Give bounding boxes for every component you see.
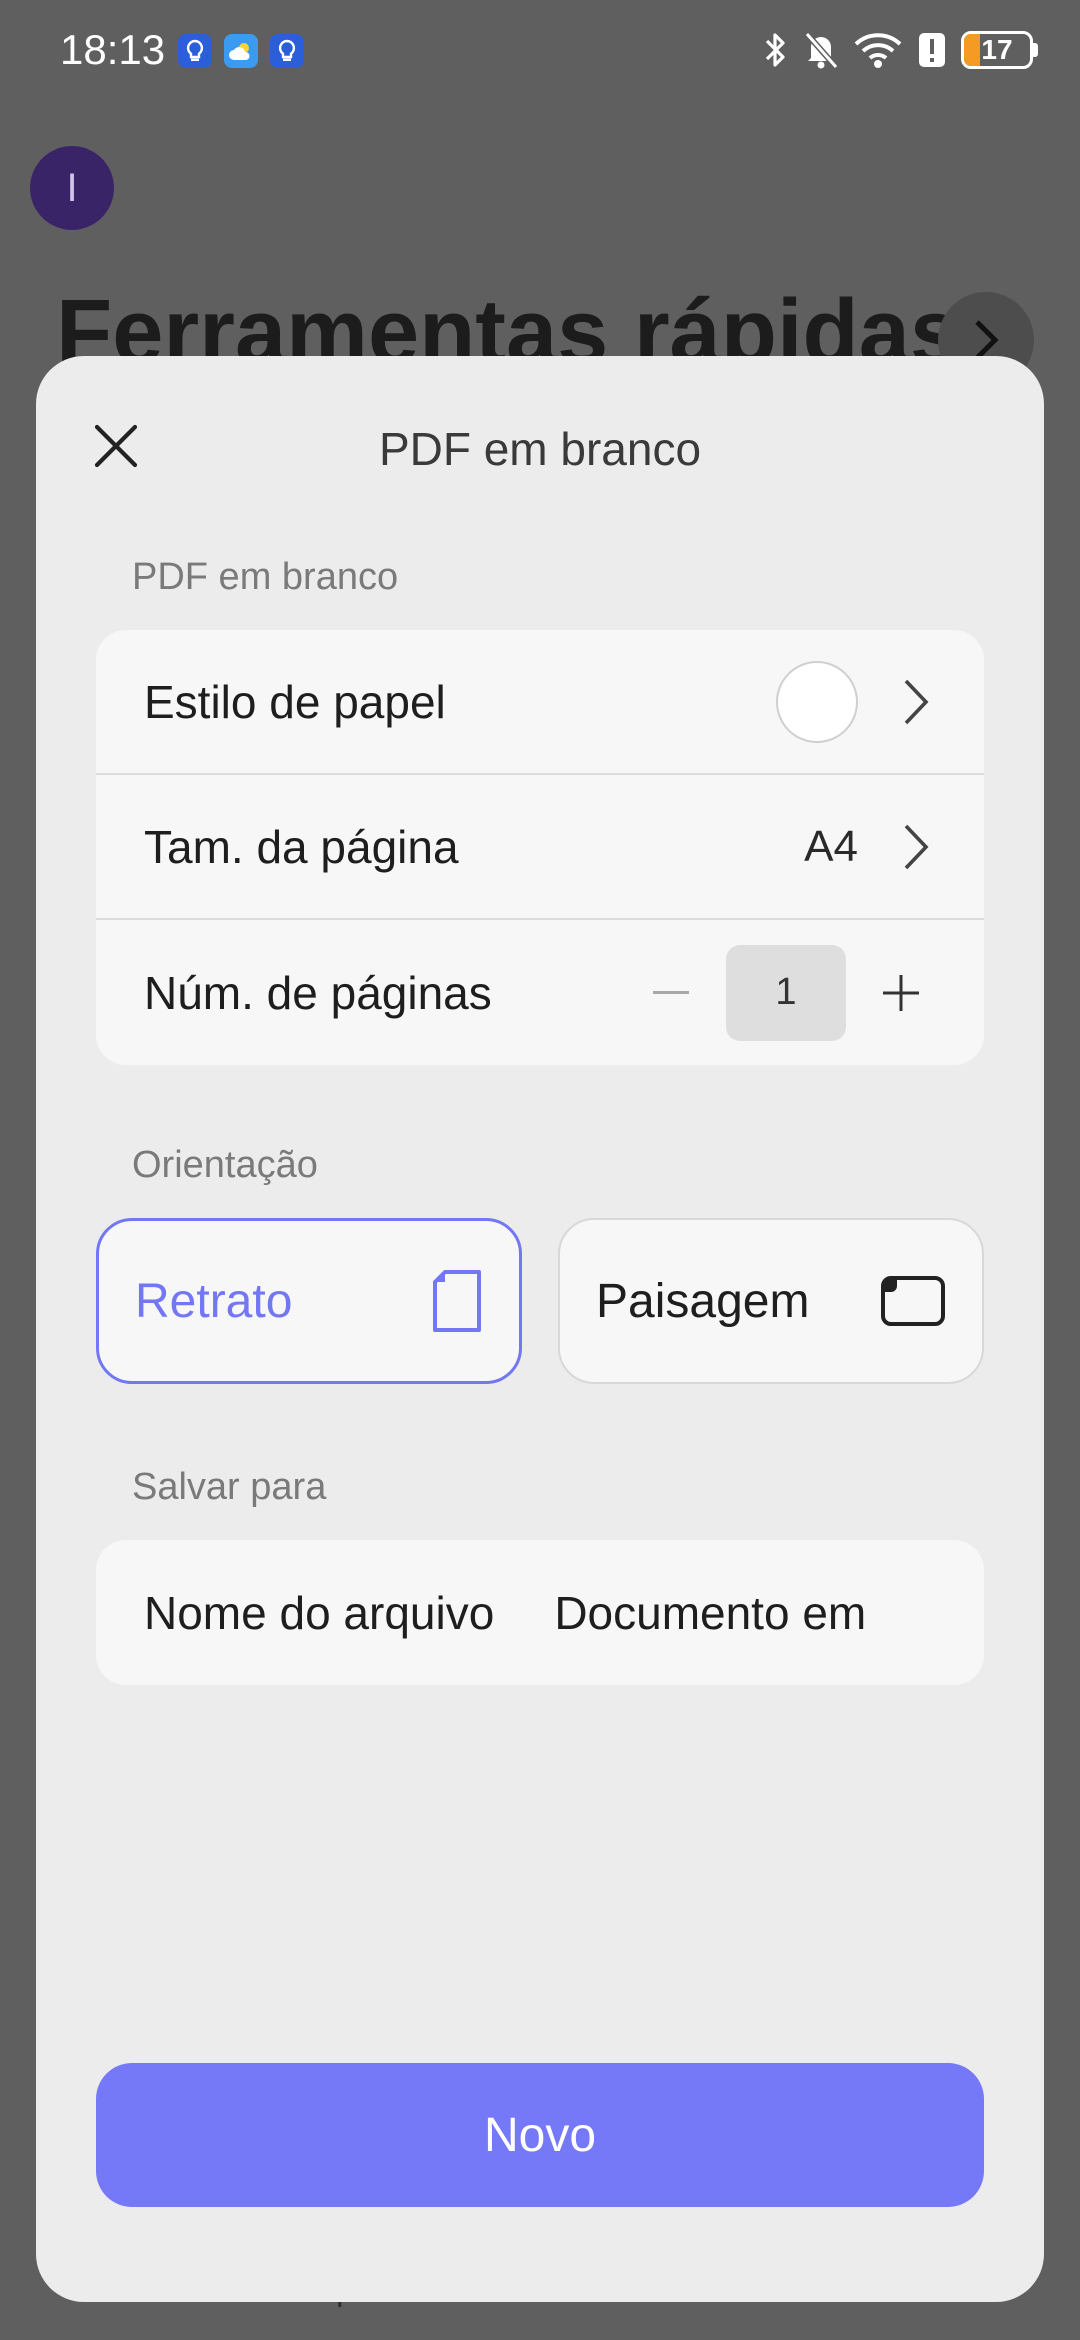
page-count-stepper: 1 — [636, 944, 936, 1041]
decrement-button[interactable] — [636, 958, 706, 1028]
avatar[interactable]: I — [30, 146, 114, 230]
increment-button[interactable] — [866, 958, 936, 1028]
section-label-blank-pdf: PDF em branco — [132, 556, 399, 598]
alert-icon — [919, 33, 945, 67]
page-size-row[interactable]: Tam. da página A4 — [96, 775, 984, 920]
battery-level: 17 — [981, 34, 1013, 65]
sheet-title: PDF em branco — [378, 423, 702, 475]
orientation-portrait-option[interactable]: Retrato — [96, 1218, 522, 1384]
status-time: 18:13 — [60, 26, 166, 73]
wifi-icon — [854, 33, 902, 68]
lightbulb-icon — [270, 34, 304, 68]
file-name-label: Nome do arquivo — [144, 1586, 495, 1639]
portrait-label: Retrato — [135, 1274, 293, 1328]
portrait-page-icon — [433, 1270, 481, 1332]
page-count-row: Núm. de páginas 1 — [96, 920, 984, 1065]
settings-card: Estilo de papel Tam. da página A4 Núm. d… — [96, 630, 984, 1065]
page-size-label: Tam. da página — [144, 820, 459, 873]
orientation-landscape-option[interactable]: Paisagem — [558, 1218, 984, 1384]
notification-icons — [178, 34, 304, 68]
plus-icon — [883, 974, 919, 1011]
lightbulb-icon — [178, 34, 212, 68]
new-button[interactable]: Novo — [96, 2063, 984, 2207]
minus-icon — [653, 990, 689, 994]
bell-muted-icon — [804, 32, 839, 69]
bluetooth-icon — [765, 33, 785, 67]
paper-style-label: Estilo de papel — [144, 675, 446, 728]
page-count-value[interactable]: 1 — [726, 944, 846, 1041]
status-bar: 18:13 17 — [0, 0, 1080, 110]
chevron-right-icon — [896, 821, 936, 873]
file-name-value[interactable]: Documento em — [554, 1586, 866, 1640]
page-count-label: Núm. de páginas — [144, 966, 492, 1019]
page-size-value: A4 — [804, 821, 858, 871]
file-name-row[interactable]: Nome do arquivo Documento em — [96, 1540, 984, 1685]
battery-icon: 17 — [961, 31, 1038, 69]
system-icons: 17 — [761, 30, 1038, 70]
landscape-page-icon — [881, 1276, 945, 1326]
section-label-save-to: Salvar para — [132, 1466, 327, 1508]
chevron-right-icon — [896, 676, 936, 728]
paper-style-swatch — [776, 660, 858, 743]
blank-pdf-sheet: PDF em branco PDF em branco Estilo de pa… — [36, 356, 1044, 2302]
weather-icon — [224, 34, 258, 68]
battery-fill — [964, 34, 980, 66]
paper-style-row[interactable]: Estilo de papel — [96, 630, 984, 775]
landscape-label: Paisagem — [596, 1274, 810, 1328]
section-label-orientation: Orientação — [132, 1144, 318, 1186]
